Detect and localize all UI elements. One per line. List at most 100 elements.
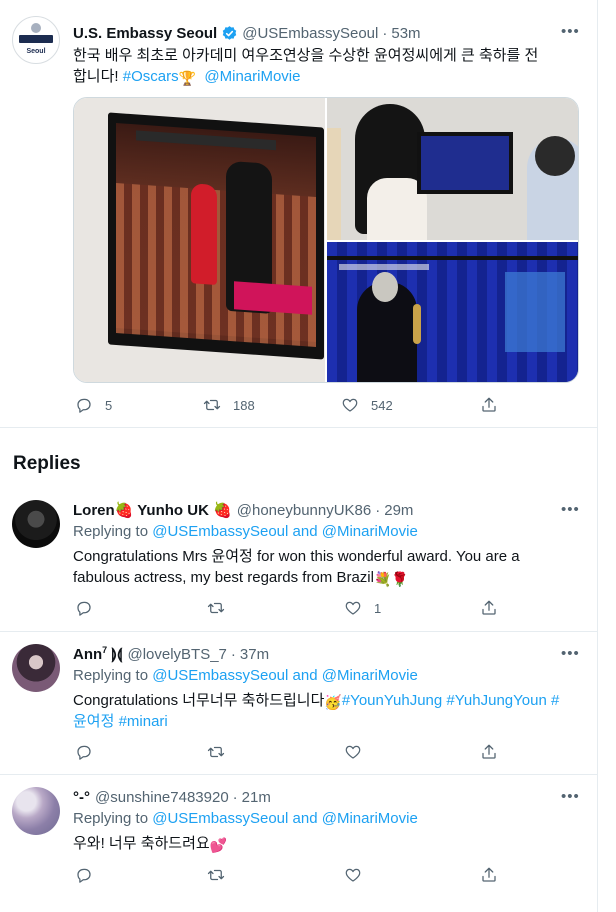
broadcast-caption: [339, 264, 429, 270]
reply-tweet[interactable]: °-° @sunshine7483920 · 21m ••• Replying …: [0, 775, 598, 905]
like-action[interactable]: [344, 742, 362, 762]
photo-tv-ceremony[interactable]: [74, 98, 325, 382]
embassy-avatar[interactable]: Seoul: [12, 16, 60, 64]
author-handle[interactable]: @sunshine7483920: [95, 789, 229, 806]
timeline-column: Seoul U.S. Embassy Seoul @USEmbassySeoul…: [0, 0, 598, 912]
author-handle[interactable]: @honeybunnyUK86: [237, 502, 372, 519]
hashtag-korean-name-part2[interactable]: 윤여정: [73, 713, 114, 730]
retweet-action[interactable]: 188: [203, 395, 255, 415]
share-action[interactable]: [480, 395, 498, 415]
retweet-action[interactable]: [207, 865, 225, 885]
more-icon[interactable]: •••: [561, 23, 579, 41]
avatar[interactable]: [12, 787, 60, 835]
tweet-header: U.S. Embassy Seoul @USEmbassySeoul · 53m: [73, 23, 421, 43]
share-action[interactable]: [480, 742, 498, 762]
reply-action[interactable]: [75, 742, 93, 762]
tweet-text-line2: 합니다! #Oscars🏆 @MinariMovie: [73, 66, 583, 87]
author-name[interactable]: U.S. Embassy Seoul: [73, 25, 217, 42]
tweet-time[interactable]: 29m: [384, 502, 413, 519]
share-icon: [482, 744, 496, 759]
photo-people-watching[interactable]: [327, 98, 578, 240]
reply-text: Congratulations Mrs 윤여정 for won this won…: [73, 546, 578, 588]
reply-text-prefix: Congratulations 너무너무 축하드립니다: [73, 692, 325, 709]
mention-minari[interactable]: @MinariMovie: [204, 68, 300, 85]
photo-acceptance[interactable]: [327, 242, 578, 382]
share-icon: [482, 397, 496, 412]
like-icon: [345, 745, 361, 759]
mention-usembassyseoul[interactable]: @USEmbassySeoul: [152, 667, 288, 684]
author-name-suffix: ⟭⟬: [107, 646, 123, 663]
hashtag-minari[interactable]: #minari: [119, 713, 168, 730]
more-icon[interactable]: •••: [561, 788, 579, 806]
reply-text-line2: fabulous actress, my best regards from B…: [73, 569, 374, 586]
mention-minarimovie[interactable]: @MinariMovie: [322, 810, 418, 827]
tweet-time[interactable]: 21m: [242, 789, 271, 806]
like-icon: [345, 868, 361, 882]
oscar-statue: [413, 304, 421, 344]
share-action[interactable]: [480, 865, 498, 885]
like-action[interactable]: 1: [344, 598, 381, 618]
replying-prefix: Replying to: [73, 810, 153, 827]
retweet-icon: [203, 399, 221, 411]
reply-icon: [77, 745, 91, 760]
reply-action[interactable]: [75, 598, 93, 618]
separator-dot: ·: [230, 645, 236, 663]
retweet-action[interactable]: [207, 742, 225, 762]
mention-minarimovie[interactable]: @MinariMovie: [322, 523, 418, 540]
hashtag-oscars[interactable]: #Oscars: [123, 68, 179, 85]
share-icon: [482, 600, 496, 615]
like-icon: [342, 398, 358, 412]
like-action[interactable]: [344, 865, 362, 885]
reply-text: 우와! 너무 축하드려요💕: [73, 833, 578, 854]
main-tweet[interactable]: Seoul U.S. Embassy Seoul @USEmbassySeoul…: [0, 0, 598, 428]
reply-header: Ann7 ⟭⟬ @lovelyBTS_7 · 37m: [73, 644, 269, 664]
verified-badge-icon: [223, 25, 237, 40]
media-grid: [73, 97, 579, 383]
reply-action[interactable]: [75, 865, 93, 885]
screen-panel: [505, 272, 565, 352]
separator-dot: ·: [232, 788, 238, 806]
hashtag-korean-name-part1[interactable]: #: [551, 692, 559, 709]
share-action[interactable]: [480, 598, 498, 618]
reply-icon: [77, 868, 91, 883]
replying-and: and: [288, 523, 322, 540]
reply-tweet[interactable]: Ann7 ⟭⟬ @lovelyBTS_7 · 37m ••• Replying …: [0, 632, 598, 775]
mention-minarimovie[interactable]: @MinariMovie: [322, 667, 418, 684]
actress-head: [372, 272, 398, 302]
replying-to: Replying to @USEmbassySeoul and @MinariM…: [73, 523, 418, 540]
right-person: [527, 136, 578, 240]
mention-usembassyseoul[interactable]: @USEmbassySeoul: [152, 523, 288, 540]
author-handle[interactable]: @lovelyBTS_7: [127, 646, 226, 663]
replying-and: and: [288, 810, 322, 827]
separator-dot: ·: [382, 24, 388, 42]
more-icon[interactable]: •••: [561, 645, 579, 663]
reply-text-line2-wrap: fabulous actress, my best regards from B…: [73, 567, 578, 588]
seal-band: [19, 35, 53, 43]
trophy-emoji: 🏆: [178, 70, 197, 86]
retweet-action[interactable]: [207, 598, 225, 618]
reply-action[interactable]: 5: [75, 395, 112, 415]
author-name[interactable]: Loren🍓 Yunho UK 🍓: [73, 501, 232, 519]
avatar[interactable]: [12, 644, 60, 692]
separator-dot: ·: [375, 501, 381, 519]
author-name[interactable]: °-°: [73, 789, 90, 806]
eagle-seal-icon: [31, 23, 41, 33]
like-count: 1: [374, 600, 382, 616]
share-icon: [482, 867, 496, 882]
tv-screen: [108, 112, 324, 360]
wall-tv: [417, 132, 513, 194]
mention-usembassyseoul[interactable]: @USEmbassySeoul: [152, 810, 288, 827]
reply-tweet[interactable]: Loren🍓 Yunho UK 🍓 @honeybunnyUK86 · 29m …: [0, 488, 598, 632]
hashtag-younyuhjung[interactable]: #YounYuhJung: [342, 692, 442, 709]
like-action[interactable]: 542: [341, 395, 393, 415]
replying-and: and: [288, 667, 322, 684]
author-handle[interactable]: @USEmbassySeoul: [242, 25, 378, 42]
tweet-time[interactable]: 53m: [391, 25, 420, 42]
tweet-time[interactable]: 37m: [240, 646, 269, 663]
red-dress-figure: [191, 183, 217, 286]
hashtag-yuhjungyoun[interactable]: #YuhJungYoun: [446, 692, 546, 709]
author-name[interactable]: Ann7 ⟭⟬: [73, 645, 122, 663]
avatar[interactable]: [12, 500, 60, 548]
more-icon[interactable]: •••: [561, 501, 579, 519]
right-person-hair: [535, 136, 575, 176]
